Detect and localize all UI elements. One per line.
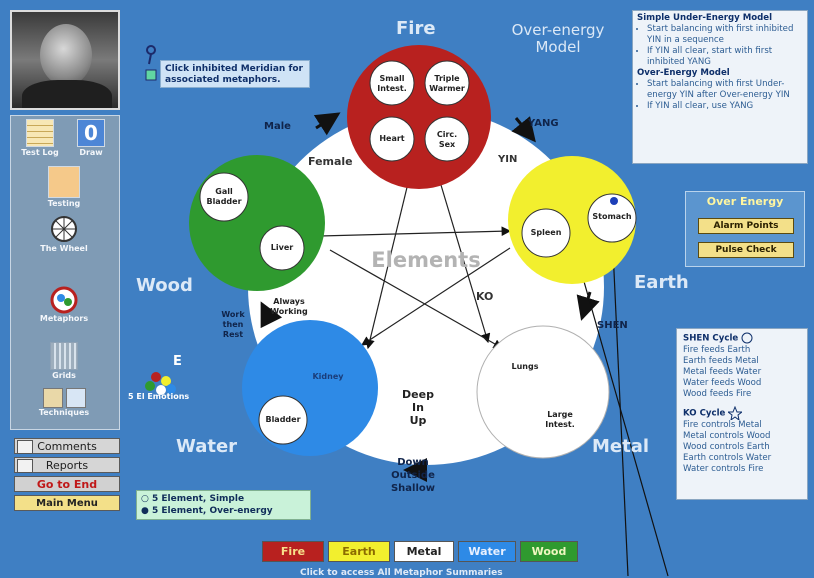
- metal-circle[interactable]: [476, 325, 610, 459]
- fire-button[interactable]: Fire: [262, 541, 324, 562]
- earth-button[interactable]: Earth: [328, 541, 390, 562]
- circ-sex-label: Circ. Sex: [436, 130, 458, 149]
- bladder-label: Bladder: [265, 415, 301, 424]
- fire-label: Fire: [396, 18, 436, 39]
- water-button[interactable]: Water: [458, 541, 516, 562]
- radio-simple[interactable]: ○ 5 Element, Simple: [141, 493, 306, 505]
- gall-bladder-label: Gall Bladder: [206, 187, 242, 206]
- wood-label: Wood: [136, 275, 193, 296]
- stomach-label: Stomach: [592, 212, 632, 221]
- heart-label: Heart: [379, 134, 405, 143]
- fire-circle[interactable]: [347, 45, 491, 189]
- work-then-rest-label: Work then Rest: [221, 310, 245, 339]
- large-intestine-label[interactable]: Large Intest.: [535, 410, 585, 430]
- radio-empty-icon: ○: [141, 494, 149, 504]
- down-outside-shallow-label: Down Outside Shallow: [390, 457, 436, 494]
- pointer-line: [611, 227, 629, 577]
- deep-in-up-label: Deep In Up: [402, 388, 434, 427]
- lungs-label[interactable]: Lungs: [500, 362, 550, 371]
- footer-hint[interactable]: Click to access All Metaphor Summaries: [300, 568, 503, 578]
- shen-label: SHEN: [597, 320, 628, 331]
- liver-label: Liver: [270, 243, 294, 252]
- yang-label: YANG: [528, 118, 559, 129]
- water-label: Water: [176, 436, 238, 457]
- triple-warmer-label: Triple Warmer: [429, 74, 465, 93]
- ko-label: KO: [476, 290, 494, 303]
- radio-over-energy[interactable]: ● 5 Element, Over-energy: [141, 505, 306, 517]
- male-label: Male: [264, 121, 291, 132]
- wood-circle[interactable]: [189, 155, 325, 291]
- always-working-label: Always Working: [270, 297, 308, 316]
- earth-label: Earth: [634, 272, 689, 293]
- selected-marker-icon: [610, 197, 618, 205]
- radio-selected-icon: ●: [141, 506, 149, 516]
- small-intestine-label: Small Intest.: [377, 74, 407, 93]
- kidney-label[interactable]: Kidney: [298, 372, 358, 381]
- metal-label: Metal: [592, 436, 650, 457]
- wheel-center-label: Elements: [371, 248, 481, 272]
- water-circle[interactable]: [242, 320, 378, 456]
- female-label: Female: [308, 155, 353, 168]
- spleen-label: Spleen: [530, 228, 562, 237]
- metal-button[interactable]: Metal: [394, 541, 454, 562]
- wood-button[interactable]: Wood: [520, 541, 578, 562]
- yin-label: YIN: [498, 154, 518, 165]
- model-radio-group: ○ 5 Element, Simple ● 5 Element, Over-en…: [136, 490, 311, 520]
